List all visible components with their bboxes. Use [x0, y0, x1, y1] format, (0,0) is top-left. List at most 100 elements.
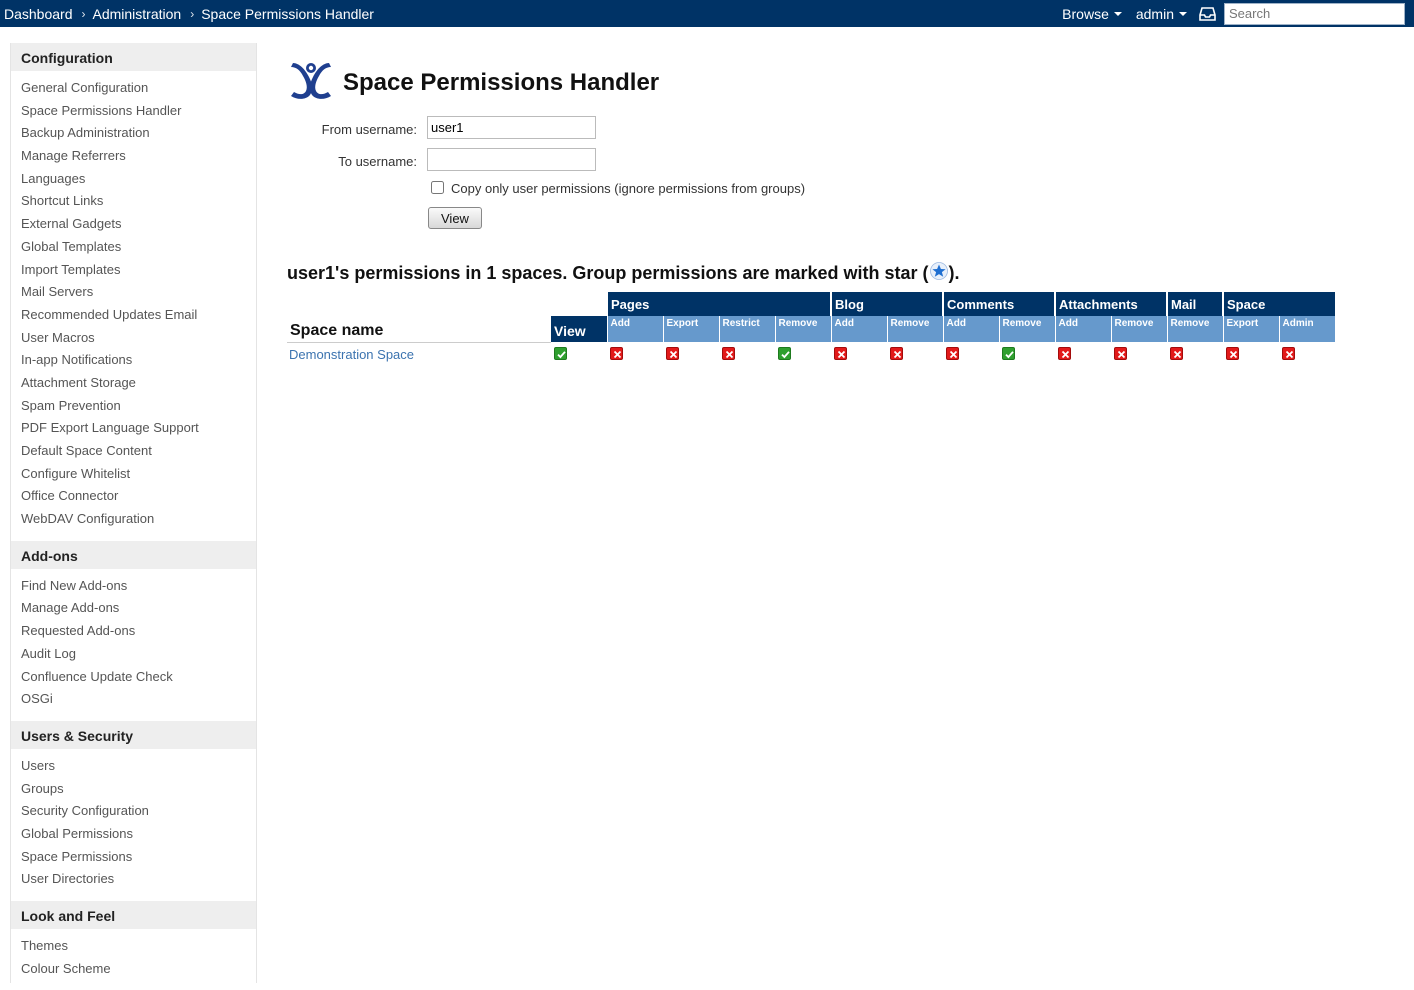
sidebar-item[interactable]: Space Permissions Handler	[21, 100, 256, 123]
permission-group-header: Comments	[942, 292, 1055, 316]
sidebar-item[interactable]: Find New Add-ons	[21, 575, 256, 598]
breadcrumb-separator-icon: ›	[190, 6, 195, 21]
sidebar-section-list: Find New Add-ons Manage Add-ons Requested …	[11, 569, 256, 721]
sidebar-item[interactable]: Audit Log	[21, 643, 256, 666]
permission-cell	[607, 342, 663, 366]
breadcrumb-dashboard[interactable]: Dashboard	[4, 6, 73, 22]
check-icon	[778, 347, 791, 360]
sidebar-item[interactable]: General Configuration	[21, 77, 256, 100]
sidebar-item[interactable]: Import Templates	[21, 259, 256, 282]
sidebar-item[interactable]: External Gadgets	[21, 213, 256, 236]
sidebar-item[interactable]: Security Configuration	[21, 800, 256, 823]
permission-sub-header: Add	[830, 316, 887, 342]
sidebar-item[interactable]: WebDAV Configuration	[21, 508, 256, 531]
from-username-input[interactable]	[427, 116, 596, 139]
chevron-down-icon	[1113, 12, 1122, 16]
sidebar-item[interactable]: Manage Add-ons	[21, 597, 256, 620]
permission-sub-header: Restrict	[718, 316, 775, 342]
user-menu[interactable]: admin	[1136, 6, 1187, 22]
cross-icon	[722, 347, 735, 360]
table-corner	[287, 292, 607, 316]
sidebar-item[interactable]: User Directories	[21, 868, 256, 891]
sidebar-item[interactable]: Recommended Updates Email	[21, 304, 256, 327]
sidebar-item[interactable]: User Macros	[21, 327, 256, 350]
top-navigation-bar: Dashboard › Administration › Space Permi…	[0, 0, 1414, 27]
main-content: Space Permissions Handler From username:…	[287, 60, 1387, 366]
sidebar-item[interactable]: Requested Add-ons	[21, 620, 256, 643]
from-username-label: From username:	[321, 122, 417, 137]
page-title: Space Permissions Handler	[343, 69, 660, 96]
space-name-cell: Demonstration Space	[287, 342, 551, 366]
permission-sub-header: Add	[942, 316, 999, 342]
permission-sub-header: Add	[606, 316, 663, 342]
sidebar-section-heading: Users & Security	[11, 720, 256, 749]
space-link[interactable]: Demonstration Space	[289, 347, 414, 362]
browse-menu[interactable]: Browse	[1062, 6, 1122, 22]
sidebar-item[interactable]: OSGi	[21, 688, 256, 711]
sidebar-item[interactable]: Themes	[21, 935, 256, 958]
sidebar-item[interactable]: PDF Export Language Support	[21, 417, 256, 440]
sidebar-item[interactable]: Configure Whitelist	[21, 463, 256, 486]
sidebar-item[interactable]: Mail Servers	[21, 281, 256, 304]
cross-icon	[890, 347, 903, 360]
sidebar-item[interactable]: Languages	[21, 168, 256, 191]
breadcrumb-administration[interactable]: Administration	[93, 6, 182, 22]
sidebar-item[interactable]: Shortcut Links	[21, 190, 256, 213]
sidebar-item[interactable]: Users	[21, 755, 256, 778]
permission-sub-header: Remove	[886, 316, 943, 342]
workbox-icon[interactable]	[1199, 6, 1216, 21]
permission-cell	[887, 342, 943, 366]
permissions-table: Pages Blog Comments Attachments Mail Space Sp…	[287, 292, 1335, 366]
cross-icon	[1058, 347, 1071, 360]
permission-group-header: Space	[1222, 292, 1335, 316]
sidebar-item[interactable]: Global Permissions	[21, 823, 256, 846]
sidebar-section-heading: Add-ons	[11, 540, 256, 569]
cross-icon	[1114, 347, 1127, 360]
user-menu-label: admin	[1135, 5, 1174, 22]
sidebar-item[interactable]: Global Templates	[21, 236, 256, 259]
space-name-header: Space name	[287, 316, 551, 343]
sidebar-item[interactable]: Default Space Content	[21, 440, 256, 463]
sidebar-item[interactable]: Colour Scheme	[21, 958, 256, 981]
permission-cell	[831, 342, 887, 366]
sidebar-item[interactable]: Confluence Update Check	[21, 666, 256, 689]
cross-icon	[946, 347, 959, 360]
permission-cell	[775, 342, 831, 366]
cross-icon	[834, 347, 847, 360]
check-icon	[1002, 347, 1015, 360]
sidebar-item[interactable]: Spam Prevention	[21, 395, 256, 418]
browse-menu-label: Browse	[1062, 5, 1109, 22]
sidebar-section-heading: Configuration	[11, 43, 256, 71]
chevron-down-icon	[1179, 12, 1187, 16]
permission-sub-header: Add	[1054, 316, 1111, 342]
view-button[interactable]: View	[428, 207, 482, 229]
permission-sub-header: Remove	[998, 316, 1055, 342]
results-heading: user1's permissions in 1 spaces. Group p…	[287, 262, 1387, 285]
sidebar-item[interactable]: Attachment Storage	[21, 372, 256, 395]
sidebar-section-heading: Look and Feel	[11, 901, 256, 929]
cross-icon	[1226, 347, 1239, 360]
search-input[interactable]	[1224, 2, 1405, 25]
check-icon	[554, 347, 567, 360]
to-username-input[interactable]	[427, 148, 596, 171]
sidebar-section-list: Themes Colour Scheme	[11, 929, 256, 990]
star-icon	[929, 262, 948, 285]
sidebar-item[interactable]: Backup Administration	[21, 122, 256, 145]
to-username-label: To username:	[338, 154, 417, 169]
sidebar-item[interactable]: Office Connector	[21, 485, 256, 508]
admin-sidebar: Configuration General Configuration Space …	[10, 43, 257, 983]
permission-cell	[1279, 342, 1335, 366]
permission-sub-header: Export	[1222, 316, 1279, 342]
permission-sub-header: Export	[662, 316, 719, 342]
sidebar-item[interactable]: In-app Notifications	[21, 349, 256, 372]
breadcrumb: Dashboard › Administration › Space Permi…	[4, 0, 374, 27]
breadcrumb-current-page[interactable]: Space Permissions Handler	[201, 6, 374, 22]
sidebar-item[interactable]: Groups	[21, 778, 256, 801]
permission-cell	[999, 342, 1055, 366]
permission-sub-header: Remove	[774, 316, 831, 342]
sidebar-item[interactable]: Space Permissions	[21, 846, 256, 869]
sidebar-item[interactable]: Manage Referrers	[21, 145, 256, 168]
copy-only-user-permissions-checkbox[interactable]	[431, 181, 444, 194]
table-row: Demonstration Space	[287, 342, 1335, 366]
permission-cell	[551, 342, 607, 366]
